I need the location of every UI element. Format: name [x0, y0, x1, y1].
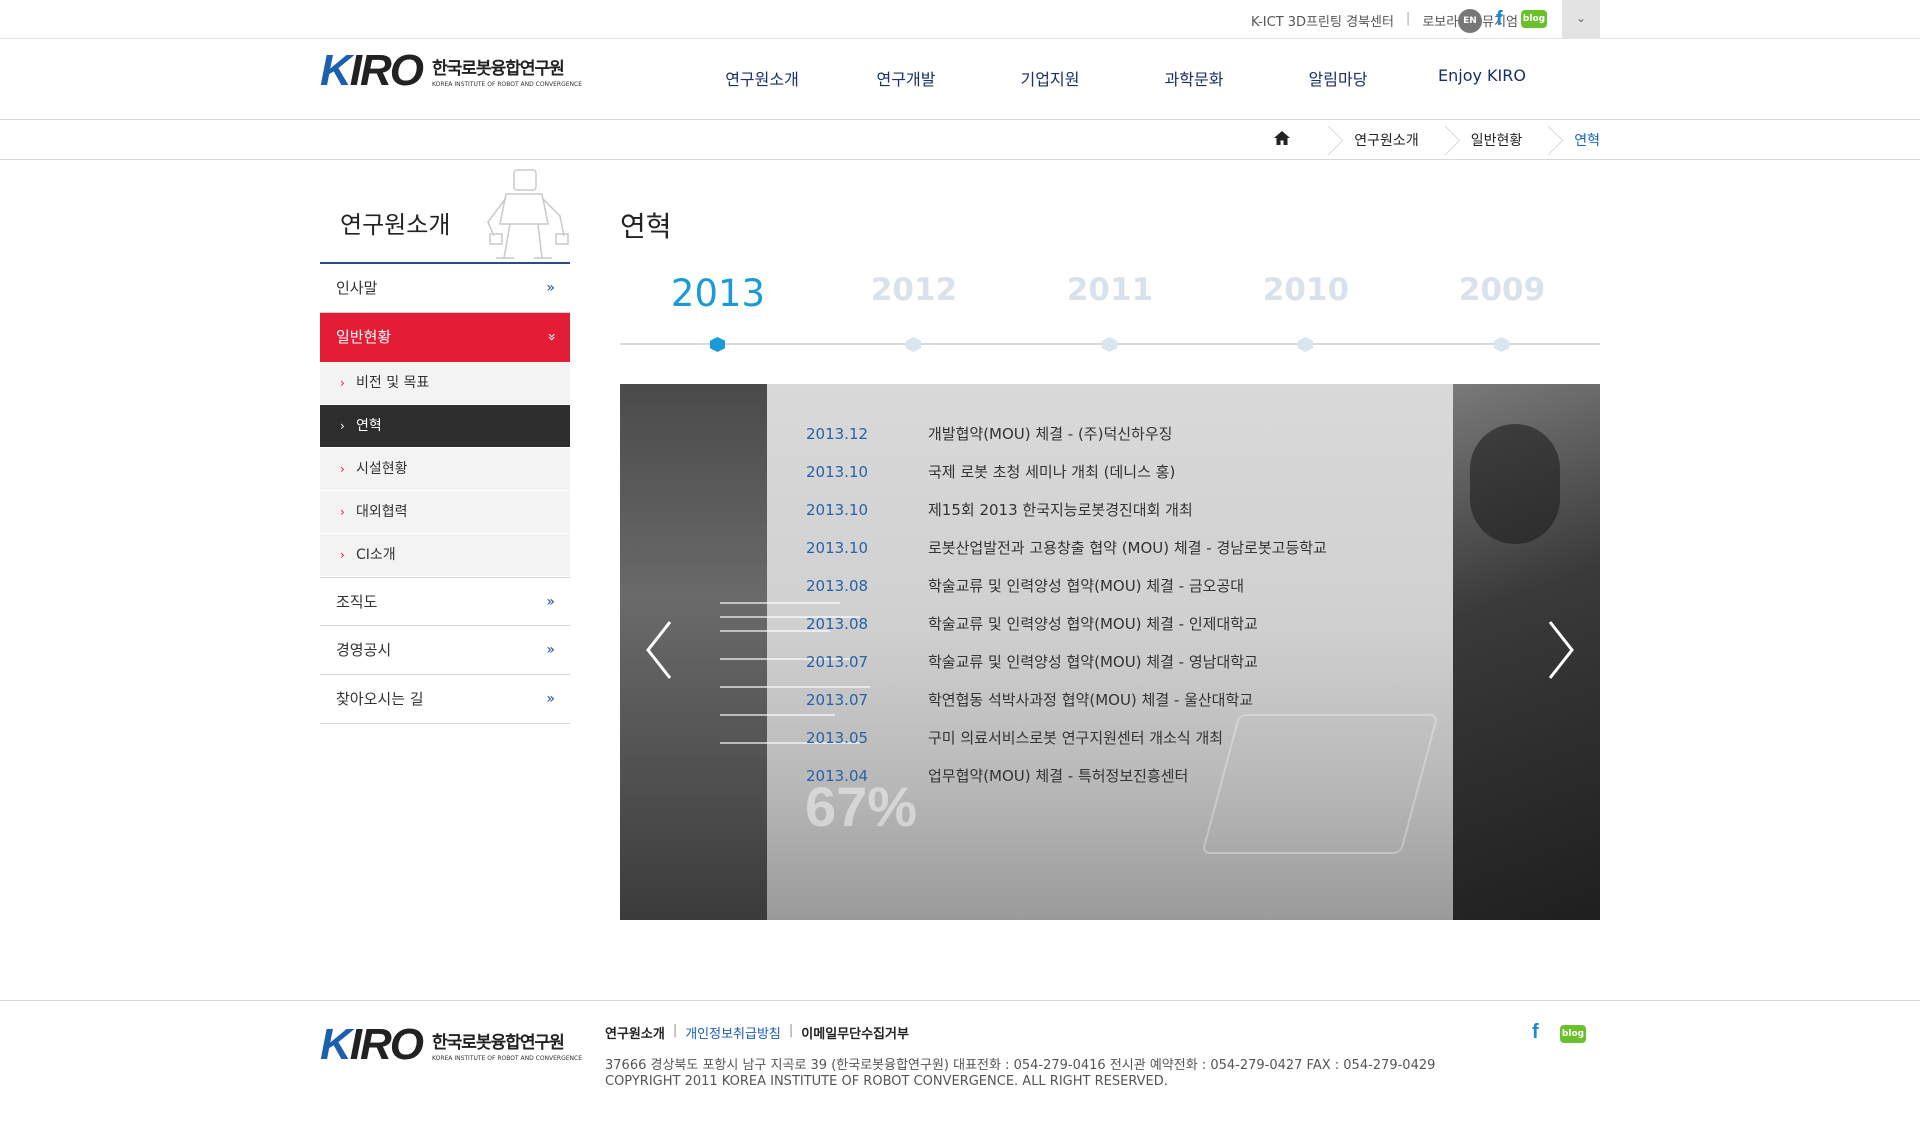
footer-link-about[interactable]: 연구원소개 — [605, 1023, 665, 1042]
footer: KIRO 한국로봇융합연구원 KOREA INSTITUTE OF ROBOT … — [0, 1000, 1920, 1121]
side-nav-item-greeting[interactable]: 인사말 » — [320, 264, 570, 313]
logo-korean-name: 한국로봇융합연구원 — [432, 59, 565, 79]
side-nav-sub-cooperation[interactable]: › 대외협력 — [320, 491, 570, 534]
blog-icon[interactable]: blog — [1560, 1025, 1586, 1043]
history-list: 2013.12 개발협약(MOU) 체결 - (주)덕신하우징 2013.10 국제… — [806, 424, 1327, 804]
breadcrumb-history[interactable]: 연혁 — [1574, 130, 1600, 150]
side-nav-sub-history[interactable]: › 연혁 — [320, 405, 570, 448]
side-nav-title: 연구원소개 — [340, 211, 451, 239]
next-arrow-icon[interactable] — [1546, 620, 1576, 680]
facebook-icon[interactable]: f — [1532, 1021, 1539, 1044]
footer-links: 연구원소개 | 개인정보취급방침 | 이메일무단수집거부 — [605, 1023, 909, 1042]
breadcrumb-separator — [1437, 120, 1453, 160]
robot-illustration — [487, 169, 569, 259]
history-item: 2013.10 제15회 2013 한국지능로봇경진대회 개최 — [806, 501, 1193, 519]
logo-mark: KIRO — [320, 46, 424, 95]
footer-address: 37666 경상북도 포항시 남구 지곡로 39 (한국로봇융합연구원) 대표전… — [605, 1058, 1436, 1073]
history-item: 2013.04 업무협약(MOU) 체결 - 특허정보진흥센터 — [806, 767, 1189, 785]
history-item: 2013.08 학술교류 및 인력양성 협약(MOU) 체결 - 금오공대 — [806, 577, 1245, 595]
side-nav-sub-ci[interactable]: › CI소개 — [320, 534, 570, 577]
separator: | — [1405, 11, 1411, 26]
history-item: 2013.08 학술교류 및 인력양성 협약(MOU) 체결 - 인제대학교 — [806, 615, 1258, 633]
footer-logo-korean-name: 한국로봇융합연구원 — [432, 1033, 565, 1053]
history-item: 2013.10 로봇산업발전과 고용창출 협약 (MOU) 체결 - 경남로봇고등… — [806, 539, 1327, 557]
year-tab-2011[interactable]: 2011 — [1012, 265, 1208, 315]
footer-link-privacy[interactable]: 개인정보취급방침 — [685, 1023, 781, 1042]
facebook-icon[interactable]: f — [1496, 8, 1503, 31]
side-nav-sub-vision[interactable]: › 비전 및 목표 — [320, 362, 570, 405]
gnb-item-enjoy-kiro[interactable]: Enjoy KIRO — [1410, 66, 1554, 90]
history-item: 2013.05 구미 의료서비스로봇 연구지원센터 개소식 개최 — [806, 729, 1224, 747]
breadcrumb: 연구원소개 일반현황 연혁 — [0, 120, 1920, 160]
double-chevron-right-icon: » — [546, 594, 555, 610]
history-item: 2013.07 학술교류 및 인력양성 협약(MOU) 체결 - 영남대학교 — [806, 653, 1258, 671]
background-photo — [620, 384, 767, 920]
side-navigation: 연구원소개 인사말 » 일반현황 » › 비전 및 목표 › 연혁 › 시설현황… — [320, 160, 570, 724]
chevron-right-icon: › — [340, 548, 345, 562]
chevron-down-icon[interactable]: ⌄ — [1562, 0, 1600, 39]
utility-bar: K-ICT 3D프린팅 경북센터 | 로보라이프뮤지엄 EN f blog ⌄ — [0, 0, 1920, 39]
year-tab-2013[interactable]: 2013 — [620, 265, 816, 319]
home-icon[interactable] — [1262, 131, 1302, 149]
gnb-item-research[interactable]: 연구개발 — [834, 66, 978, 90]
gnb-item-science-culture[interactable]: 과학문화 — [1122, 66, 1266, 90]
history-item: 2013.10 국제 로봇 초청 세미나 개최 (데니스 홍) — [806, 463, 1176, 481]
chevron-right-icon: › — [340, 419, 345, 433]
footer-logo-english-name: KOREA INSTITUTE OF ROBOT AND CONVERGENCE — [432, 1055, 583, 1062]
breadcrumb-about[interactable]: 연구원소개 — [1354, 130, 1418, 150]
breadcrumb-general-status[interactable]: 일반현황 — [1471, 130, 1523, 150]
person-silhouette — [1470, 424, 1560, 544]
double-chevron-right-icon: » — [546, 691, 555, 707]
year-tab-2010[interactable]: 2010 — [1208, 265, 1404, 315]
util-link-3dprinting[interactable]: K-ICT 3D프린팅 경북센터 — [1251, 11, 1394, 30]
double-chevron-right-icon: » — [546, 642, 555, 658]
side-nav-submenu: › 비전 및 목표 › 연혁 › 시설현황 › 대외협력 › CI소개 — [320, 362, 570, 577]
side-nav-sub-facilities[interactable]: › 시설현황 — [320, 448, 570, 491]
footer-link-email-refusal[interactable]: 이메일무단수집거부 — [801, 1023, 909, 1042]
gnb-item-notice[interactable]: 알림마당 — [1266, 66, 1410, 90]
side-nav-item-disclosure[interactable]: 경영공시 » — [320, 626, 570, 675]
chevron-right-icon: › — [340, 505, 345, 519]
side-nav-item-organization[interactable]: 조직도 » — [320, 577, 570, 626]
year-tab-2012[interactable]: 2012 — [816, 265, 1012, 315]
side-nav-item-general-status[interactable]: 일반현황 » — [320, 313, 570, 362]
history-item: 2013.12 개발협약(MOU) 체결 - (주)덕신하우징 — [806, 425, 1173, 443]
chevron-right-icon: › — [340, 462, 345, 476]
gnb-item-business-support[interactable]: 기업지원 — [978, 66, 1122, 90]
prev-arrow-icon[interactable] — [644, 620, 674, 680]
main-navigation: 연구원소개 연구개발 기업지원 과학문화 알림마당 Enjoy KIRO — [690, 66, 1554, 90]
double-chevron-down-icon: » — [543, 332, 560, 342]
year-tab-2009[interactable]: 2009 — [1404, 265, 1600, 315]
footer-logo-mark: KIRO — [320, 1020, 424, 1069]
footer-copyright: COPYRIGHT 2011 KOREA INSTITUTE OF ROBOT … — [605, 1074, 1168, 1089]
double-chevron-right-icon: » — [546, 280, 555, 296]
page-title: 연혁 — [620, 210, 672, 243]
site-logo[interactable]: KIRO 한국로봇융합연구원 KOREA INSTITUTE OF ROBOT … — [320, 49, 582, 93]
side-nav-item-directions[interactable]: 찾아오시는 길 » — [320, 675, 570, 724]
english-language-button[interactable]: EN — [1458, 9, 1482, 33]
breadcrumb-separator — [1540, 120, 1556, 160]
logo-english-name: KOREA INSTITUTE OF ROBOT AND CONVERGENCE — [432, 81, 583, 88]
footer-logo[interactable]: KIRO 한국로봇융합연구원 KOREA INSTITUTE OF ROBOT … — [320, 1023, 582, 1067]
blog-icon[interactable]: blog — [1521, 10, 1547, 28]
side-nav-title-area: 연구원소개 — [320, 160, 570, 264]
breadcrumb-separator — [1320, 120, 1336, 160]
chevron-right-icon: › — [340, 376, 345, 390]
history-item: 2013.07 학연협동 석박사과정 협약(MOU) 체결 - 울산대학교 — [806, 691, 1254, 709]
gnb-item-about[interactable]: 연구원소개 — [690, 66, 834, 90]
history-panel: 67% 2013.12 개발협약(MOU) 체결 - (주)덕신하우징 2013.… — [620, 384, 1600, 920]
